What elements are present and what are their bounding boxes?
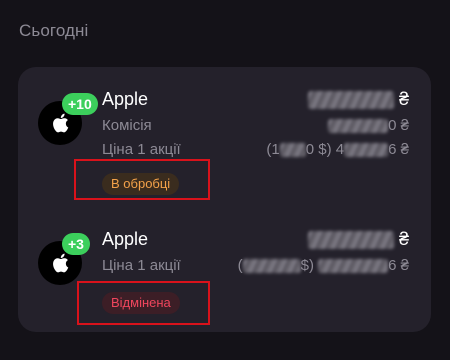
total-amount: ₴ bbox=[307, 89, 409, 110]
redacted-amount bbox=[328, 119, 389, 134]
company-name: Apple bbox=[102, 229, 149, 249]
price-uah-prefix: 4 bbox=[335, 141, 345, 158]
transactions-page: Сьогодні +10 Apple ₴ Комісія 0 ₴ Ціна 1 … bbox=[0, 0, 450, 360]
price-uah-end: 6 ₴ bbox=[388, 257, 409, 274]
redacted-amount bbox=[242, 259, 301, 274]
currency-symbol: ₴ bbox=[398, 89, 409, 109]
price-usd-suffix: $) bbox=[300, 257, 314, 274]
share-price-label: Ціна 1 акції bbox=[102, 141, 181, 158]
price-usd-suffix: 0 $) bbox=[305, 141, 332, 158]
price-usd-prefix: ( bbox=[237, 257, 243, 274]
quantity-badge: +10 bbox=[62, 93, 98, 115]
highlight-box-cancelled bbox=[77, 281, 210, 325]
redacted-amount bbox=[318, 259, 389, 274]
quantity-badge: +3 bbox=[62, 233, 90, 255]
share-price-label: Ціна 1 акції bbox=[102, 257, 181, 274]
share-price-value: (1 0 $) 4 6 ₴ bbox=[266, 141, 409, 158]
section-title-today: Сьогодні bbox=[19, 21, 89, 40]
commission-amount: 0 ₴ bbox=[328, 117, 409, 134]
company-name: Apple bbox=[102, 89, 149, 109]
share-price-value: ( $) 6 ₴ bbox=[238, 257, 409, 274]
redacted-amount bbox=[279, 143, 306, 158]
commission-label: Комісія bbox=[102, 117, 152, 134]
redacted-amount bbox=[307, 231, 394, 250]
total-amount: ₴ bbox=[307, 229, 409, 250]
company-logo: +10 bbox=[38, 93, 98, 149]
currency-symbol: ₴ bbox=[398, 229, 409, 249]
redacted-amount bbox=[344, 143, 389, 158]
price-usd-prefix: (1 bbox=[266, 141, 280, 158]
price-uah-end: 6 ₴ bbox=[388, 141, 409, 158]
redacted-amount bbox=[307, 91, 394, 110]
highlight-box-processing bbox=[74, 159, 210, 200]
commission-value-end: 0 ₴ bbox=[388, 117, 409, 134]
